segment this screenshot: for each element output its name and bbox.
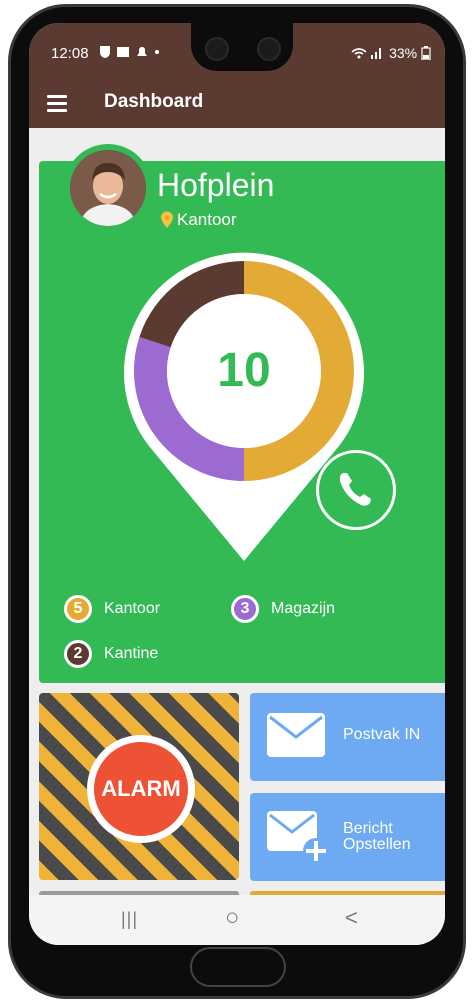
camera-notch [191,23,293,71]
call-button[interactable] [316,450,396,530]
location-pin-icon [161,211,173,228]
front-camera-icon [205,37,229,61]
legend-item-kantine[interactable]: 2 Kantine [64,640,158,668]
total-count: 10 [217,344,271,397]
screen: 12:08 33% Dashboard Hofplein Kantoor 10 … [29,23,445,945]
phone-home-bar [190,947,286,987]
inbox-label: Postvak IN [343,726,421,743]
status-time: 12:08 [51,45,89,62]
legend-label: Magazijn [271,600,336,617]
page-title: Dashboard [104,91,204,112]
status-bar: 12:08 33% [29,23,445,83]
legend-count-badge: 5 [64,595,92,623]
compose-mail-icon [267,811,329,864]
avatar-photo [70,150,146,226]
compose-label-line2: Opstellen [343,836,411,853]
status-right-icons: 33% [351,45,431,61]
recent-apps-button[interactable]: ||| [121,909,138,930]
location-name: Hofplein [157,167,275,203]
hamburger-menu-icon[interactable] [47,95,67,112]
home-button[interactable]: ○ [225,904,240,932]
alarm-tile[interactable]: ALARM [39,693,239,880]
front-sensor-icon [257,37,281,61]
battery-percentage: 33% [389,45,418,61]
legend-count-badge: 2 [64,640,92,668]
system-nav-bar: ||| ○ < [29,895,445,945]
phone-icon [339,473,371,506]
avatar[interactable] [64,144,152,232]
image-icon [117,47,129,57]
alarm-button[interactable]: ALARM [87,735,195,843]
signal-icon [351,48,382,59]
location-subtitle: Kantoor [177,210,237,229]
legend-count-badge: 3 [231,595,259,623]
dot-icon [155,50,159,54]
battery-icon [421,46,431,61]
status-icons-svg [100,46,159,58]
compose-label-line1: Bericht [343,820,393,837]
legend-item-magazijn[interactable]: 3 Magazijn [231,595,335,623]
compose-tile[interactable]: Bericht Opstellen [250,793,445,881]
status-notification-icons [99,45,161,62]
legend-label: Kantine [104,645,159,662]
person-photo-icon [70,150,146,226]
inbox-tile[interactable]: Postvak IN [250,693,445,781]
legend-item-kantoor[interactable]: 5 Kantoor [64,595,160,623]
envelope-icon [267,713,325,757]
legend-label: Kantoor [104,600,161,617]
bell-icon [137,47,147,56]
app-bar: Dashboard [29,83,445,128]
shield-icon [100,46,110,58]
back-button[interactable]: < [345,905,358,931]
